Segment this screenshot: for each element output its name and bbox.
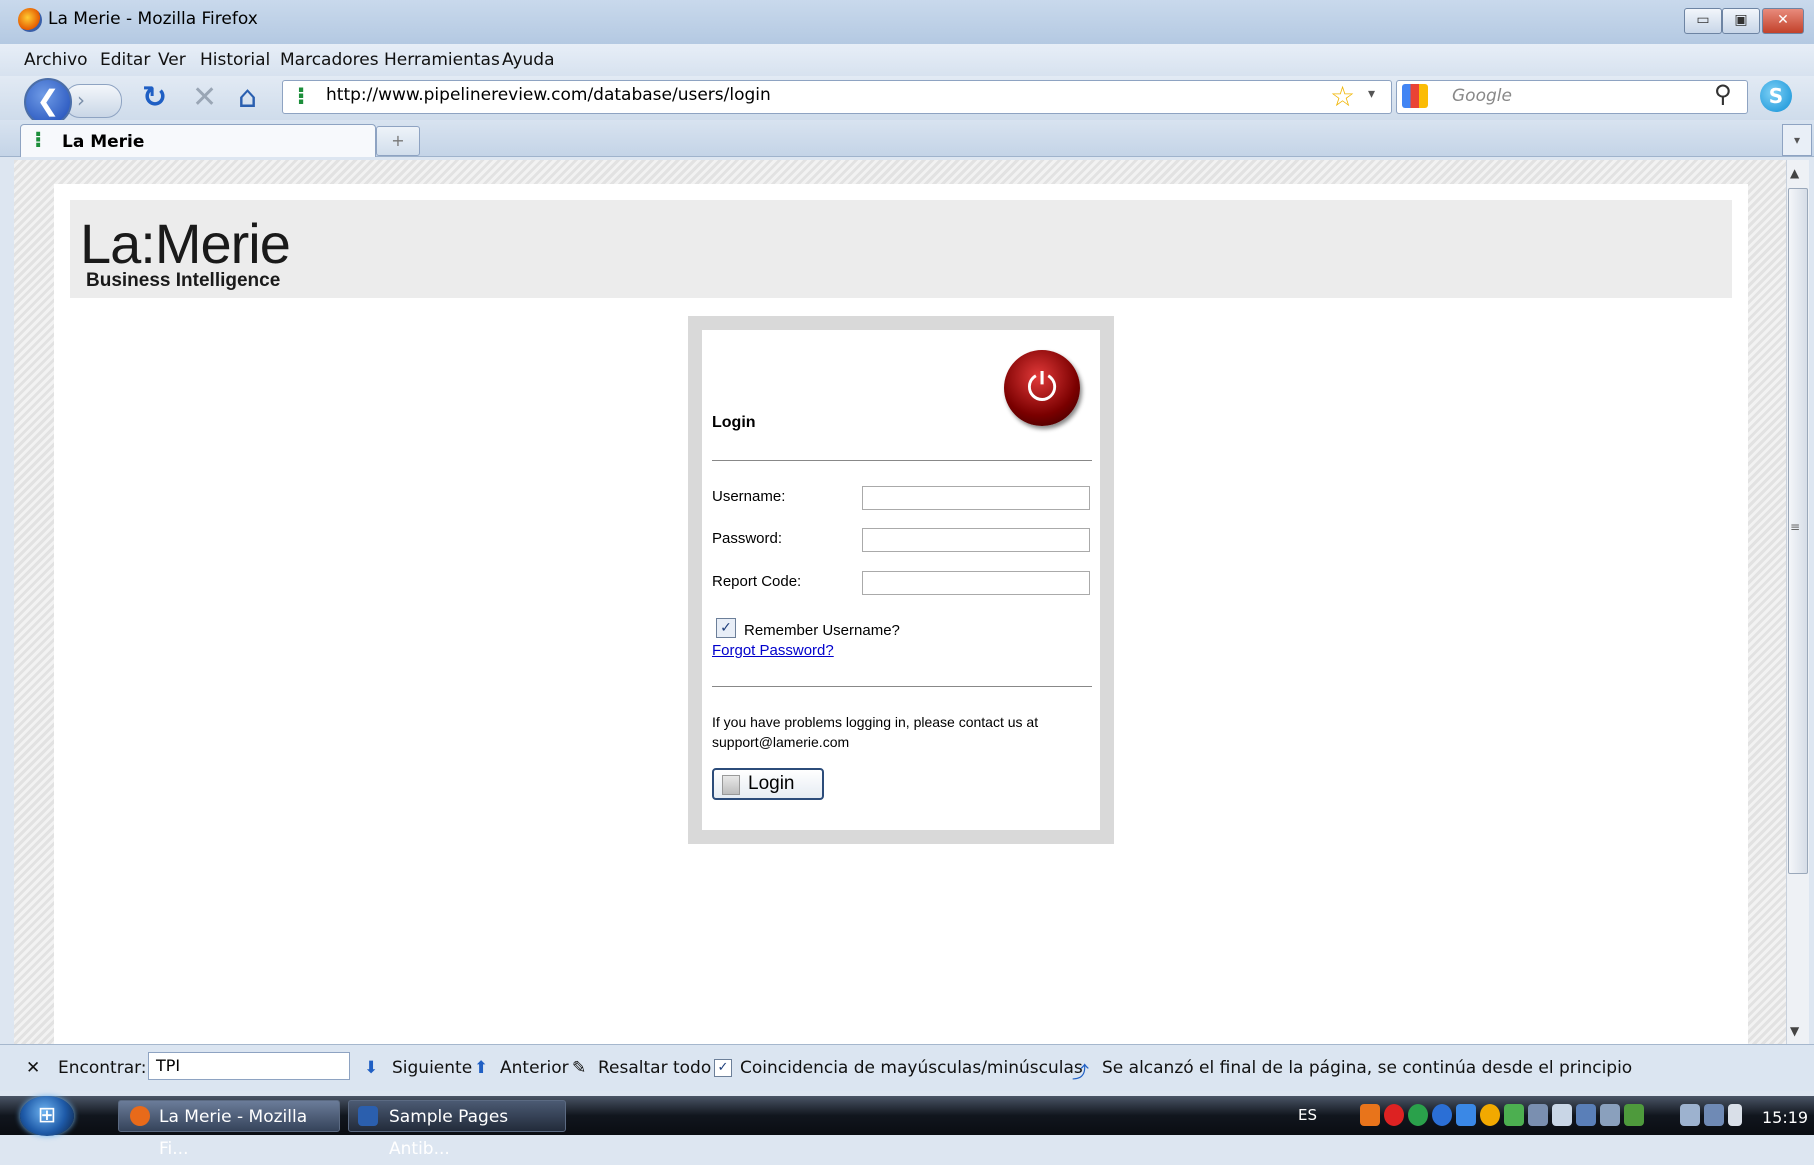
tray-green-icon[interactable] xyxy=(1408,1104,1428,1126)
menu-bar xyxy=(0,44,1814,76)
report-code-field[interactable] xyxy=(862,571,1090,595)
find-close-icon[interactable]: ✕ xyxy=(26,1058,40,1078)
home-icon[interactable]: ⌂ xyxy=(238,80,257,116)
scrollbar-grip-icon: ≡ xyxy=(1790,520,1801,534)
username-label: Username: xyxy=(712,488,786,505)
find-label: Encontrar: xyxy=(58,1058,147,1078)
arrow-up-icon[interactable]: ⬆ xyxy=(474,1058,488,1078)
window-title: La Merie - Mozilla Firefox xyxy=(48,9,258,29)
maximize-button[interactable]: ▣ xyxy=(1722,8,1760,34)
login-heading: Login xyxy=(712,414,756,431)
url-text[interactable]: http://www.pipelinereview.com/database/u… xyxy=(326,85,771,105)
google-engine-icon[interactable] xyxy=(1402,84,1428,108)
tray-network-icon[interactable] xyxy=(1504,1104,1524,1126)
tab-favicon-icon: ⁝ xyxy=(34,128,43,153)
login-button-label[interactable]: Login xyxy=(748,773,795,795)
help-text: If you have problems logging in, please … xyxy=(712,714,1039,730)
tray-yellow-icon[interactable] xyxy=(1480,1104,1500,1126)
username-field[interactable] xyxy=(862,486,1090,510)
menu-editar[interactable]: Editar xyxy=(100,50,150,70)
lock-icon xyxy=(722,775,740,795)
start-button[interactable]: ⊞ xyxy=(20,1096,74,1136)
bookmark-star-icon[interactable]: ☆ xyxy=(1330,80,1355,113)
divider-top xyxy=(712,460,1092,461)
forward-button[interactable]: › xyxy=(64,84,122,118)
scroll-up-arrow-icon[interactable]: ▲ xyxy=(1790,166,1799,180)
wrap-around-icon: ⤴ xyxy=(1072,1063,1089,1083)
power-icon: ⏻ xyxy=(1004,350,1080,426)
forgot-password-link[interactable]: Forgot Password? xyxy=(712,642,834,659)
find-input-value[interactable]: TPI xyxy=(156,1056,180,1075)
search-input[interactable]: Google xyxy=(1452,86,1512,106)
match-case-label[interactable]: Coincidencia de mayúsculas/minúsculas xyxy=(740,1058,1083,1078)
arrow-down-icon[interactable]: ⬇ xyxy=(364,1058,378,1078)
menu-historial[interactable]: Historial xyxy=(200,50,270,70)
taskbar-item-firefox[interactable]: La Merie - Mozilla Fi... xyxy=(118,1100,340,1159)
highlight-all-button[interactable]: Resaltar todo xyxy=(598,1058,711,1078)
divider-bottom xyxy=(712,686,1092,687)
find-previous-button[interactable]: Anterior xyxy=(500,1058,569,1078)
url-history-dropdown-icon[interactable]: ▾ xyxy=(1368,86,1375,102)
tray-camera-icon[interactable] xyxy=(1552,1104,1572,1126)
tray-device-icon[interactable] xyxy=(1576,1104,1596,1126)
lamerie-logo: La:Merie xyxy=(80,212,291,275)
window-title-bar xyxy=(0,0,1814,45)
password-field[interactable] xyxy=(862,528,1090,552)
remember-username-label[interactable]: Remember Username? xyxy=(744,622,900,639)
logo-tagline: Business Intelligence xyxy=(86,270,281,291)
scroll-down-arrow-icon[interactable]: ▼ xyxy=(1790,1024,1799,1038)
tab-label[interactable]: La Merie xyxy=(62,132,144,152)
tray-opera-icon[interactable] xyxy=(1384,1104,1404,1126)
minimize-button[interactable]: ▭ xyxy=(1684,8,1722,34)
firefox-icon xyxy=(18,8,42,32)
firefox-taskbar-icon xyxy=(130,1106,150,1126)
match-case-checkbox[interactable]: ✓ xyxy=(714,1059,732,1077)
tray-monitor-icon[interactable] xyxy=(1528,1104,1548,1126)
skype-icon[interactable]: S xyxy=(1760,80,1792,112)
menu-ver[interactable]: Ver xyxy=(158,50,186,70)
language-indicator[interactable]: ES xyxy=(1298,1106,1317,1124)
back-button[interactable]: ❮ xyxy=(24,78,72,126)
password-label: Password: xyxy=(712,530,783,547)
taskbar-item-word[interactable]: Sample Pages Antib... xyxy=(348,1100,566,1159)
tray-app-icon[interactable] xyxy=(1360,1104,1380,1126)
menu-herramientas[interactable]: Herramientas xyxy=(384,50,500,70)
new-tab-button[interactable]: + xyxy=(376,126,420,156)
reload-icon[interactable]: ↻ xyxy=(142,80,167,116)
find-status-text: Se alcanzó el final de la página, se con… xyxy=(1102,1058,1633,1078)
stop-icon[interactable]: ✕ xyxy=(192,80,217,116)
site-favicon-icon: ⁝ xyxy=(296,82,306,110)
tray-clipboard-icon[interactable] xyxy=(1680,1104,1700,1126)
menu-archivo[interactable]: Archivo xyxy=(24,50,88,70)
tray-printer-icon[interactable] xyxy=(1600,1104,1620,1126)
report-code-label: Report Code: xyxy=(712,573,802,590)
support-email: support@lamerie.com xyxy=(712,734,850,750)
search-bar[interactable] xyxy=(1396,80,1748,114)
highlighter-icon[interactable]: ✎ xyxy=(572,1058,586,1078)
menu-marcadores[interactable]: Marcadores xyxy=(280,50,379,70)
tray-network-status-icon[interactable] xyxy=(1704,1104,1724,1126)
tray-blue-icon[interactable] xyxy=(1456,1104,1476,1126)
menu-ayuda[interactable]: Ayuda xyxy=(502,50,555,70)
remember-username-checkbox[interactable]: ✓ xyxy=(716,618,736,638)
tab-list-button[interactable]: ▾ xyxy=(1782,124,1812,156)
taskbar-clock[interactable]: 15:19 xyxy=(1762,1108,1808,1127)
word-taskbar-icon xyxy=(358,1106,378,1126)
tray-info-icon[interactable] xyxy=(1432,1104,1452,1126)
page-header xyxy=(70,200,1732,298)
search-go-icon[interactable]: ⚲ xyxy=(1714,80,1732,108)
tray-volume-icon[interactable] xyxy=(1728,1104,1742,1126)
close-window-button[interactable]: ✕ xyxy=(1762,8,1804,34)
tray-update-icon[interactable] xyxy=(1624,1104,1644,1126)
find-next-button[interactable]: Siguiente xyxy=(392,1058,472,1078)
